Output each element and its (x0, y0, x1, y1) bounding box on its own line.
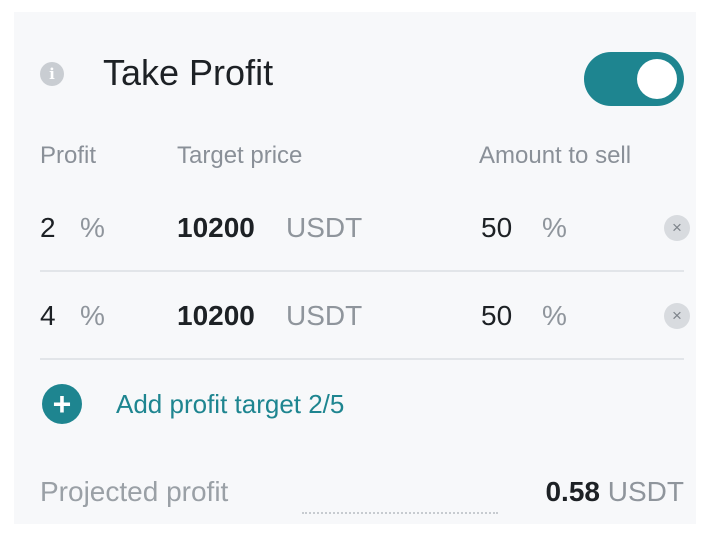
target-price-input[interactable]: 10200 (177, 300, 255, 332)
info-icon[interactable]: i (40, 62, 64, 86)
profit-percent-unit: % (80, 300, 105, 331)
profit-percent-unit: % (80, 212, 105, 243)
panel-title: Take Profit (103, 52, 274, 93)
add-profit-target-label: Add profit target 2/5 (116, 389, 345, 419)
projected-profit-value: 0.58 USDT (545, 476, 684, 508)
target-price-input[interactable]: 10200 (177, 212, 255, 244)
amount-to-sell-input[interactable]: 50 (481, 300, 512, 332)
projected-profit-currency: USDT (607, 476, 684, 507)
toggle-knob (637, 59, 677, 99)
column-header-profit: Profit (40, 142, 97, 169)
column-header-target-price: Target price (177, 142, 303, 169)
row-divider (40, 270, 684, 272)
amount-to-sell-unit: % (542, 300, 567, 331)
profit-target-row: 4 % 10200 USDT 50 % × (40, 274, 690, 360)
plus-icon: + (42, 384, 82, 424)
column-header-amount: Amount to sell (479, 142, 632, 169)
row-divider (40, 358, 684, 360)
target-price-unit: USDT (286, 300, 363, 331)
remove-target-button[interactable]: × (664, 215, 690, 241)
take-profit-header: i Take Profit (14, 48, 696, 112)
remove-target-button[interactable]: × (664, 303, 690, 329)
profit-target-row: 2 % 10200 USDT 50 % × (40, 186, 690, 272)
take-profit-toggle[interactable] (584, 52, 684, 106)
dotted-leader (302, 512, 498, 514)
profit-percent-input[interactable]: 2 (40, 212, 56, 244)
amount-to-sell-unit: % (542, 212, 567, 243)
projected-profit-label: Projected profit (40, 476, 229, 507)
target-price-unit: USDT (286, 212, 363, 243)
take-profit-panel: i Take Profit Profit Target price Amount… (14, 12, 696, 524)
amount-to-sell-input[interactable]: 50 (481, 212, 512, 244)
projected-profit-amount: 0.58 (545, 476, 600, 507)
profit-percent-input[interactable]: 4 (40, 300, 56, 332)
